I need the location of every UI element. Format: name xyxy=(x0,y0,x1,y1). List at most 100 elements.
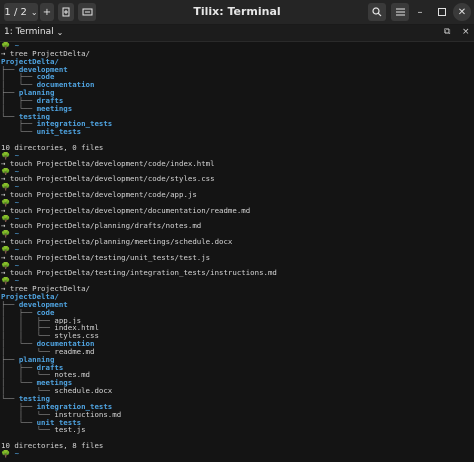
prompt-path: ~ xyxy=(14,42,20,50)
tree-file: notes.md xyxy=(54,371,91,380)
terminal-line: 🌳 ~ xyxy=(1,152,474,160)
tree-branch: ├── xyxy=(1,120,37,129)
prompt-path: ~ xyxy=(14,214,20,223)
tree-prompt-icon: 🌳 xyxy=(1,449,11,458)
close-button[interactable]: ✕ xyxy=(453,3,471,21)
terminal-line: 🌳 ~ xyxy=(1,277,474,285)
command-text: tree ProjectDelta/ xyxy=(9,49,90,58)
terminal-line: ├── development xyxy=(1,66,474,74)
tree-branch: └── xyxy=(1,394,19,403)
terminal-line: → touch ProjectDelta/development/code/in… xyxy=(1,160,474,168)
tree-directory: development xyxy=(18,300,68,309)
command-text: touch ProjectDelta/development/code/styl… xyxy=(9,175,215,184)
session-counter: 1 / 2 xyxy=(4,6,27,18)
terminal-output[interactable]: 🌳 ~ → tree ProjectDelta/ProjectDelta/├── … xyxy=(0,42,474,462)
command-text: touch ProjectDelta/development/code/app.… xyxy=(9,191,197,199)
maximize-button[interactable] xyxy=(433,3,451,21)
tree-prompt-icon: 🌳 xyxy=(1,42,11,50)
command-text: touch ProjectDelta/testing/unit_tests/te… xyxy=(9,253,211,262)
prompt-arrow: → xyxy=(1,159,6,168)
terminal-line: │ │ └── styles.css xyxy=(1,332,474,340)
tree-branch: │ │ └── xyxy=(1,332,55,341)
tree-directory: ProjectDelta/ xyxy=(1,57,59,66)
terminal-line: └── testing xyxy=(1,113,474,121)
new-session-icon xyxy=(62,7,70,17)
tree-directory: meetings xyxy=(36,104,73,113)
plus-icon: + xyxy=(42,6,52,18)
new-session-button[interactable] xyxy=(58,3,74,21)
prompt-arrow: → xyxy=(1,206,6,215)
prompt-path: ~ xyxy=(14,245,20,254)
command-text: tree ProjectDelta/ xyxy=(9,285,90,293)
tree-prompt-icon: 🌳 xyxy=(1,198,11,207)
tree-prompt-icon: 🌳 xyxy=(1,277,11,286)
minimize-button[interactable]: – xyxy=(411,3,429,21)
tree-directory: planning xyxy=(18,89,55,97)
terminal-line: │ ├── drafts xyxy=(1,364,474,372)
tree-directory: development xyxy=(18,65,68,74)
terminal-line: ├── planning xyxy=(1,356,474,364)
terminal-line: └── unit_tests xyxy=(1,128,474,136)
terminal-line: └── unit_tests xyxy=(1,419,474,427)
terminal-tab[interactable]: 1: Terminal ⌄ xyxy=(4,27,63,37)
prompt-arrow: → xyxy=(1,222,6,231)
terminal-line: → tree ProjectDelta/ xyxy=(1,285,474,293)
terminal-line: → touch ProjectDelta/planning/meetings/s… xyxy=(1,238,474,246)
maximize-icon xyxy=(438,8,446,16)
terminal-line: → tree ProjectDelta/ xyxy=(1,50,474,58)
prompt-path: ~ xyxy=(14,277,20,286)
tree-branch: ├── xyxy=(1,89,19,97)
close-terminal-icon[interactable]: × xyxy=(462,27,470,37)
terminal-line: → touch ProjectDelta/development/documen… xyxy=(1,207,474,215)
add-session-button[interactable]: + xyxy=(40,3,54,21)
tree-branch: ├── xyxy=(1,355,19,364)
terminal-line: 🌳 ~ xyxy=(1,199,474,207)
prompt-arrow: → xyxy=(1,253,6,262)
menu-button[interactable] xyxy=(391,3,409,21)
tree-branch: │ │ └── xyxy=(1,371,55,380)
prompt-path: ~ xyxy=(14,167,20,176)
prompt-arrow: → xyxy=(1,285,6,293)
tree-branch: └── xyxy=(1,112,19,121)
tree-directory: integration_tests xyxy=(36,402,113,411)
maximize-terminal-icon[interactable]: ⧉ xyxy=(444,27,450,37)
tree-branch: │ └── xyxy=(1,81,37,90)
terminal-line: 🌳 ~ xyxy=(1,183,474,191)
terminal-line: → touch ProjectDelta/planning/drafts/not… xyxy=(1,222,474,230)
tree-branch: │ │ ├── xyxy=(1,324,55,333)
tree-branch: ├── xyxy=(1,402,37,411)
tree-prompt-icon: 🌳 xyxy=(1,245,11,254)
tree-prompt-icon: 🌳 xyxy=(1,230,11,239)
terminal-line: ├── integration_tests xyxy=(1,120,474,128)
command-text: touch ProjectDelta/development/documenta… xyxy=(9,206,251,215)
terminal-line: 🌳 ~ xyxy=(1,230,474,238)
command-text: touch ProjectDelta/development/code/inde… xyxy=(9,159,215,168)
tree-branch: │ ├── xyxy=(1,96,37,105)
tree-prompt-icon: 🌳 xyxy=(1,151,11,160)
session-switcher-button[interactable]: 1 / 2 ⌄ xyxy=(4,3,38,21)
terminal-line: 🌳 ~ xyxy=(1,246,474,254)
terminal-line: │ └── instructions.md xyxy=(1,411,474,419)
prompt-arrow: → xyxy=(1,191,6,199)
search-button[interactable] xyxy=(368,3,386,21)
tree-directory: testing xyxy=(18,394,50,403)
tree-directory: code xyxy=(36,73,55,82)
tree-branch: ├── xyxy=(1,65,19,74)
search-icon xyxy=(372,7,382,17)
tree-file: readme.md xyxy=(54,347,95,356)
sync-input-button[interactable] xyxy=(78,3,96,21)
tree-file: styles.css xyxy=(54,332,99,341)
terminal-line: → touch ProjectDelta/development/code/st… xyxy=(1,175,474,183)
hamburger-menu-icon xyxy=(395,8,405,16)
terminal-line: 🌳 ~ xyxy=(1,42,474,50)
tree-directory: code xyxy=(36,308,55,317)
tab-label: 1: Terminal xyxy=(4,27,54,37)
title-bar: 1 / 2 ⌄ + Tilix: Terminal – ✕ xyxy=(0,0,474,25)
prompt-path: ~ xyxy=(14,198,20,207)
sync-input-icon xyxy=(82,8,92,16)
tree-directory: integration_tests xyxy=(36,120,113,129)
tree-directory: unit_tests xyxy=(36,418,82,427)
prompt-path: ~ xyxy=(14,261,20,270)
tree-file: app.js xyxy=(54,316,82,325)
